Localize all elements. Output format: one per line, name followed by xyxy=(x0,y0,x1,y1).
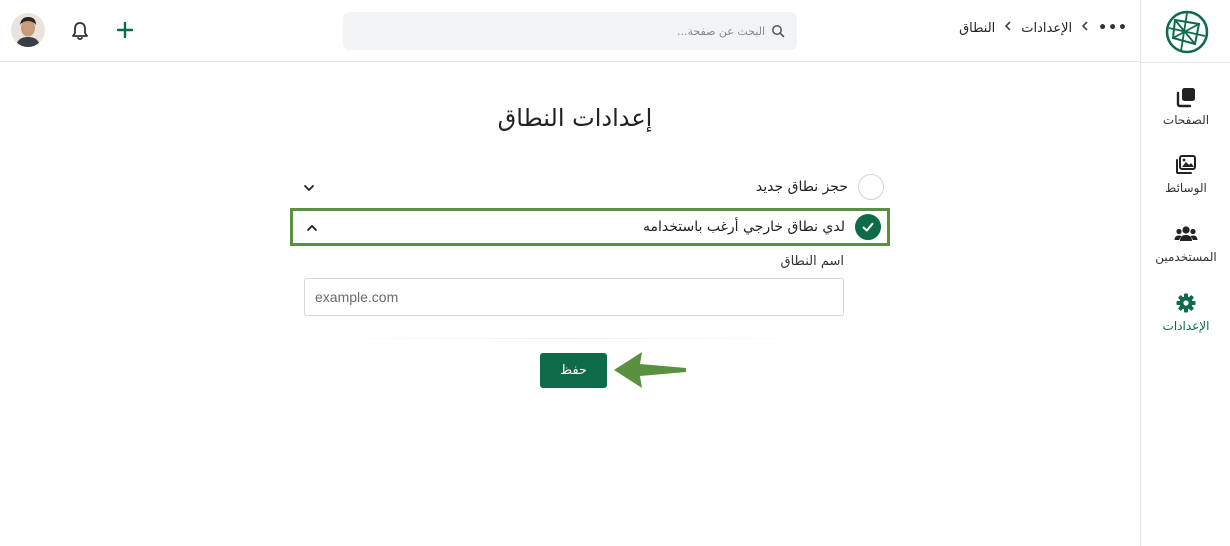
breadcrumb-settings[interactable]: الإعدادات xyxy=(1021,21,1072,36)
avatar-image xyxy=(11,13,45,47)
settings-gear-icon xyxy=(1174,291,1198,315)
app-logo[interactable] xyxy=(1165,10,1209,54)
top-header: البحث عن صفحة... ••• الإعدادات النطاق xyxy=(0,0,1140,62)
search-icon xyxy=(772,25,785,38)
sidebar-item-label: الوسائط xyxy=(1165,181,1207,195)
plus-icon[interactable] xyxy=(114,19,136,41)
sidebar-divider xyxy=(1141,62,1230,63)
sidebar-item-settings[interactable]: الإعدادات xyxy=(1141,291,1230,333)
sidebar-item-label: الإعدادات xyxy=(1162,319,1210,333)
more-menu-button[interactable]: ••• xyxy=(1098,20,1128,36)
divider xyxy=(330,338,810,339)
radio-button-checked[interactable] xyxy=(855,214,881,240)
media-icon xyxy=(1174,153,1198,177)
annotation-arrow-icon xyxy=(614,352,686,388)
sidebar-item-label: الصفحات xyxy=(1162,113,1210,127)
save-button[interactable]: حفظ xyxy=(540,353,607,388)
page-title: إعدادات النطاق xyxy=(497,104,653,132)
domain-field-label: اسم النطاق xyxy=(780,254,845,269)
breadcrumb: ••• الإعدادات النطاق xyxy=(959,20,1128,36)
sidebar-item-users[interactable]: المستخدمين xyxy=(1141,222,1230,264)
sidebar: الصفحات الوسائط المستخدمين الإعدادات xyxy=(1140,0,1230,546)
option-register-new-domain[interactable]: حجز نطاق جديد xyxy=(290,168,890,206)
pages-icon xyxy=(1174,85,1198,109)
sidebar-item-media[interactable]: الوسائط xyxy=(1141,153,1230,195)
user-avatar[interactable] xyxy=(11,13,45,47)
option-label: حجز نطاق جديد xyxy=(755,179,848,195)
chevron-up-icon[interactable] xyxy=(305,220,319,234)
chevron-down-icon[interactable] xyxy=(302,180,316,194)
radio-button[interactable] xyxy=(858,174,884,200)
check-icon xyxy=(862,222,874,232)
breadcrumb-current: النطاق xyxy=(959,20,996,36)
sidebar-item-pages[interactable]: الصفحات xyxy=(1141,85,1230,127)
bell-icon[interactable] xyxy=(70,20,90,42)
sidebar-item-label: المستخدمين xyxy=(1155,250,1217,264)
domain-input[interactable] xyxy=(304,278,844,316)
option-external-domain[interactable]: لدي نطاق خارجي أرغب باستخدامه xyxy=(290,208,890,246)
chevron-icon xyxy=(1003,20,1013,36)
page: البحث عن صفحة... ••• الإعدادات النطاق ال… xyxy=(0,0,1230,546)
search-bar[interactable]: البحث عن صفحة... xyxy=(343,12,797,50)
option-label: لدي نطاق خارجي أرغب باستخدامه xyxy=(642,219,845,235)
users-icon xyxy=(1174,222,1198,246)
search-placeholder: البحث عن صفحة... xyxy=(677,24,765,38)
chevron-icon xyxy=(1080,20,1090,36)
